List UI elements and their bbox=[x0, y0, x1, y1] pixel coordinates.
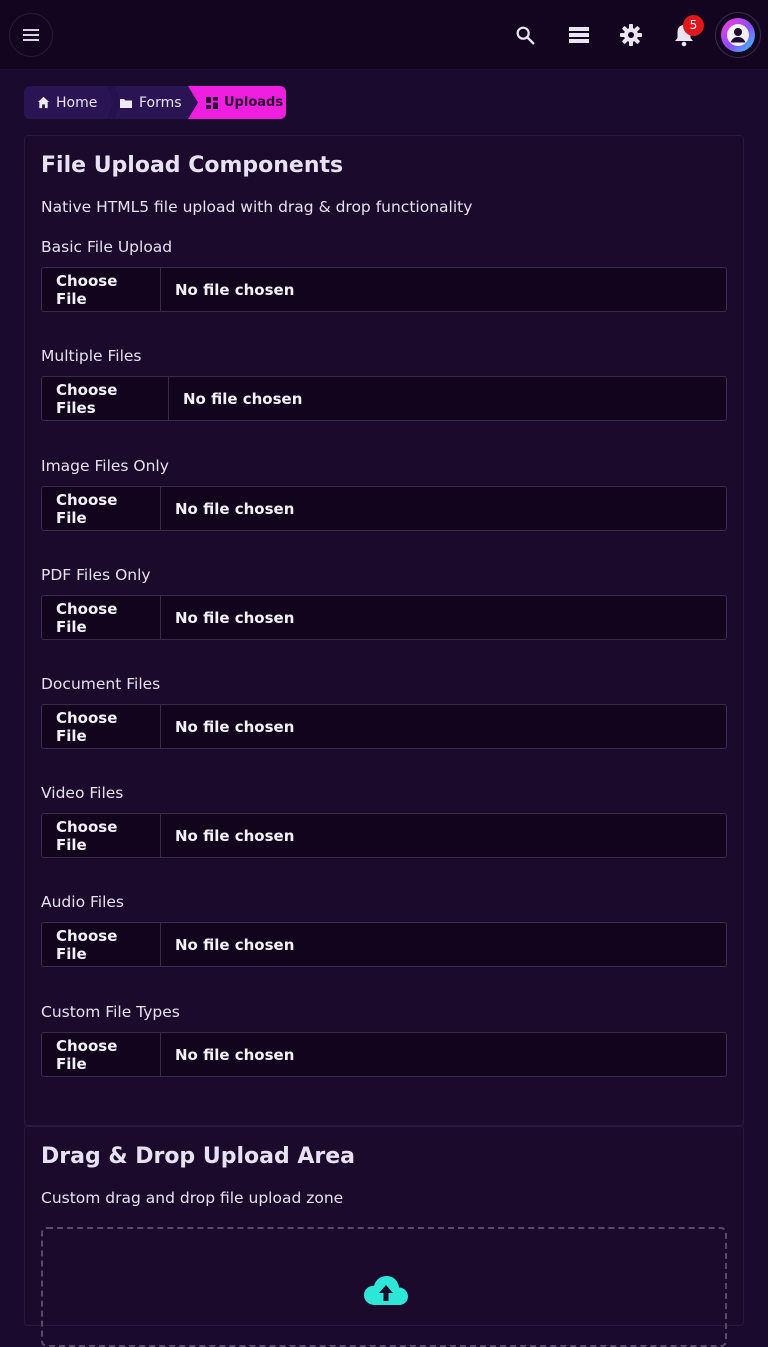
file-status: No file chosen bbox=[175, 1045, 295, 1064]
file-status: No file chosen bbox=[175, 280, 295, 299]
file-input-document[interactable]: Choose File No file chosen bbox=[41, 704, 727, 749]
file-input-custom[interactable]: Choose File No file chosen bbox=[41, 1032, 727, 1077]
gear-icon bbox=[620, 24, 642, 46]
stack-icon bbox=[569, 27, 589, 43]
user-avatar-button[interactable] bbox=[715, 12, 761, 58]
user-avatar-icon bbox=[727, 24, 749, 46]
folder-icon bbox=[120, 98, 132, 108]
avatar bbox=[721, 18, 755, 52]
field-label-basic: Basic File Upload bbox=[41, 238, 173, 256]
file-status: No file chosen bbox=[175, 717, 295, 736]
field-label-custom: Custom File Types bbox=[41, 1003, 180, 1021]
breadcrumb-current-label: Uploads bbox=[224, 95, 284, 110]
file-upload-card: File Upload Components Native HTML5 file… bbox=[24, 135, 744, 1126]
choose-file-button[interactable]: Choose File bbox=[42, 923, 161, 966]
field-label-video: Video Files bbox=[41, 784, 124, 802]
breadcrumb-forms-label: Forms bbox=[139, 94, 182, 111]
choose-files-button[interactable]: Choose Files bbox=[42, 377, 169, 420]
file-input-video[interactable]: Choose File No file chosen bbox=[41, 813, 727, 858]
drop-zone[interactable] bbox=[41, 1227, 727, 1347]
settings-button[interactable] bbox=[618, 22, 644, 48]
file-upload-card-title: File Upload Components bbox=[41, 153, 344, 178]
file-input-multiple[interactable]: Choose Files No file chosen bbox=[41, 376, 727, 421]
breadcrumb-home-label: Home bbox=[56, 94, 98, 111]
field-label-pdf: PDF Files Only bbox=[41, 566, 151, 584]
file-input-pdf[interactable]: Choose File No file chosen bbox=[41, 595, 727, 640]
choose-file-button[interactable]: Choose File bbox=[42, 487, 161, 530]
file-upload-card-description: Native HTML5 file upload with drag & dro… bbox=[41, 198, 473, 216]
home-icon bbox=[37, 96, 50, 109]
file-status: No file chosen bbox=[175, 608, 295, 627]
field-label-multiple: Multiple Files bbox=[41, 347, 142, 365]
choose-file-button[interactable]: Choose File bbox=[42, 705, 161, 748]
file-input-basic[interactable]: Choose File No file chosen bbox=[41, 267, 727, 312]
layers-button[interactable] bbox=[566, 22, 592, 48]
drag-drop-card: Drag & Drop Upload Area Custom drag and … bbox=[24, 1126, 744, 1347]
cloud-upload-icon bbox=[364, 1276, 408, 1305]
search-button[interactable] bbox=[512, 22, 538, 48]
choose-file-button[interactable]: Choose File bbox=[42, 596, 161, 639]
file-input-image[interactable]: Choose File No file chosen bbox=[41, 486, 727, 531]
notification-count-badge: 5 bbox=[683, 15, 704, 36]
breadcrumb-forms[interactable]: Forms bbox=[119, 86, 182, 119]
drag-drop-card-description: Custom drag and drop file upload zone bbox=[41, 1189, 344, 1207]
drag-drop-card-title: Drag & Drop Upload Area bbox=[41, 1144, 356, 1169]
breadcrumb: Home Forms Uploads bbox=[24, 86, 286, 119]
choose-file-button[interactable]: Choose File bbox=[42, 814, 161, 857]
breadcrumb-home[interactable]: Home bbox=[37, 86, 97, 119]
choose-file-button[interactable]: Choose File bbox=[42, 1033, 161, 1076]
field-label-image: Image Files Only bbox=[41, 457, 169, 475]
hamburger-menu-icon bbox=[23, 29, 39, 41]
search-icon bbox=[516, 26, 535, 45]
choose-file-button[interactable]: Choose File bbox=[42, 268, 161, 311]
field-label-audio: Audio Files bbox=[41, 893, 124, 911]
top-bar: 5 bbox=[0, 0, 768, 70]
file-status: No file chosen bbox=[175, 499, 295, 518]
menu-button[interactable] bbox=[9, 13, 53, 57]
breadcrumb-current: Uploads bbox=[188, 86, 286, 119]
field-label-document: Document Files bbox=[41, 675, 161, 693]
file-status: No file chosen bbox=[175, 826, 295, 845]
file-status: No file chosen bbox=[183, 389, 303, 408]
dashboard-icon bbox=[206, 96, 218, 109]
file-status: No file chosen bbox=[175, 935, 295, 954]
file-input-audio[interactable]: Choose File No file chosen bbox=[41, 922, 727, 967]
